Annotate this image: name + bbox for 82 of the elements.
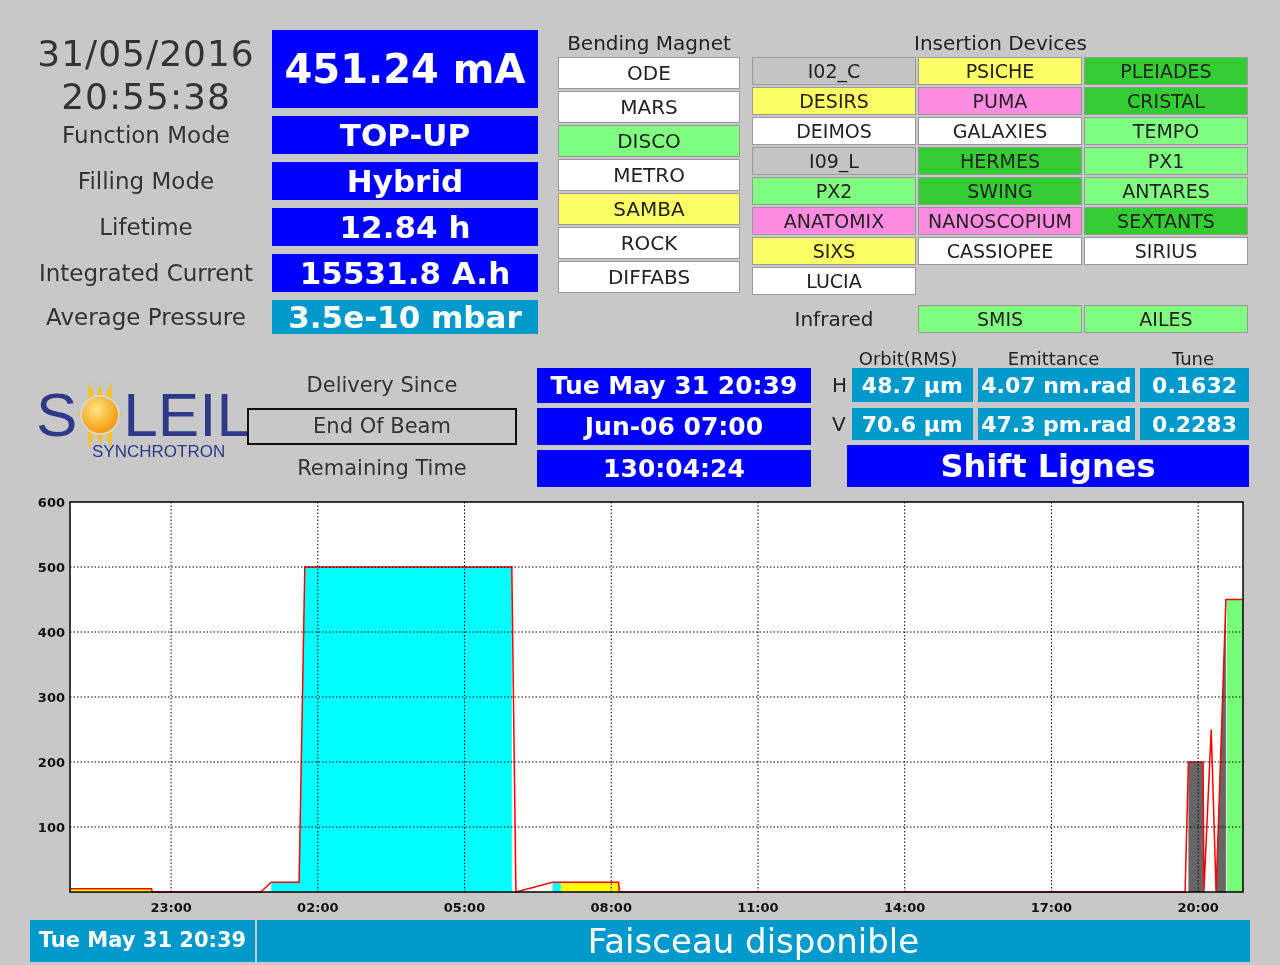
beamline-status: AILES bbox=[1084, 305, 1248, 333]
parameter-label: Function Mode bbox=[61, 120, 231, 150]
beamline-status: SAMBA bbox=[558, 193, 740, 225]
beamline-status: I02_C bbox=[752, 57, 916, 85]
field-label: Delivery Since bbox=[305, 371, 459, 399]
beamline-status: NANOSCOPIUM bbox=[918, 207, 1082, 235]
parameter-label: Integrated Current bbox=[37, 258, 255, 288]
beam-parameter-value: 0.1632 bbox=[1140, 368, 1249, 402]
beamline-status: ROCK bbox=[558, 227, 740, 259]
parameter-label: Lifetime bbox=[98, 212, 194, 242]
parameter-label: Average Pressure bbox=[45, 302, 247, 332]
plane-label: H bbox=[832, 372, 847, 399]
parameter-value: 15531.8 A.h bbox=[272, 254, 538, 292]
beam-parameter-value: 48.7 µm bbox=[852, 368, 973, 402]
axis-tick-label: 05:00 bbox=[443, 900, 486, 915]
beamline-status: PLEIADES bbox=[1084, 57, 1248, 85]
date-display: 31/05/2016 bbox=[36, 32, 256, 75]
beamline-status: CRISTAL bbox=[1084, 87, 1248, 115]
beamline-status: CASSIOPEE bbox=[918, 237, 1082, 265]
parameter-value: Hybrid bbox=[272, 162, 538, 200]
beamline-status: ODE bbox=[558, 57, 740, 89]
beamline-status: SIXS bbox=[752, 237, 916, 265]
footer-time: Tue May 31 20:39 bbox=[30, 920, 255, 962]
axis-tick-label: 600 bbox=[37, 495, 65, 510]
axis-tick-label: 100 bbox=[37, 820, 65, 835]
axis-tick-label: 08:00 bbox=[590, 900, 632, 915]
axis-tick-label: 17:00 bbox=[1030, 900, 1073, 915]
beam-parameter-value: 4.07 nm.rad bbox=[977, 368, 1136, 402]
axis-tick-label: 500 bbox=[37, 560, 65, 575]
status-field: End Of Beam bbox=[247, 408, 517, 445]
beam-parameter-value: 47.3 pm.rad bbox=[977, 408, 1136, 440]
time-value: Tue May 31 20:39 bbox=[537, 368, 811, 403]
beam-current-display: 451.24 mA bbox=[272, 30, 538, 108]
time-value: Jun-06 07:00 bbox=[537, 408, 811, 445]
beamline-status: TEMPO bbox=[1084, 117, 1248, 145]
time-value: 130:04:24 bbox=[537, 450, 811, 487]
beam-parameter-value: 70.6 µm bbox=[851, 408, 973, 440]
beamline-status: SMIS bbox=[918, 305, 1082, 333]
beamline-status: HERMES bbox=[918, 147, 1082, 175]
beamline-status: GALAXIES bbox=[918, 117, 1082, 145]
parameter-value: TOP-UP bbox=[272, 116, 538, 154]
status-message: Faisceau disponible bbox=[257, 920, 1250, 962]
axis-tick-label: 20:00 bbox=[1177, 900, 1219, 915]
beamline-status: PSICHE bbox=[918, 57, 1082, 85]
parameter-value: 3.5e-10 mbar bbox=[272, 300, 538, 334]
plane-label: V bbox=[832, 411, 847, 438]
beamline-status: I09_L bbox=[752, 147, 916, 175]
beamline-status: SWING bbox=[918, 177, 1082, 205]
beamline-status: PUMA bbox=[918, 87, 1082, 115]
beamline-status: ANTARES bbox=[1084, 177, 1248, 205]
beamline-status: PX2 bbox=[752, 177, 916, 205]
beamline-status: ANATOMIX bbox=[752, 207, 916, 235]
section-title: Bending Magnet bbox=[566, 30, 732, 57]
logo-text: S bbox=[36, 383, 78, 446]
column-header: Tune bbox=[1170, 347, 1216, 367]
axis-tick-label: 11:00 bbox=[737, 900, 779, 915]
axis-tick-label: 400 bbox=[37, 625, 65, 640]
beamline-status: DIFFABS bbox=[558, 261, 740, 293]
beamline-status: SEXTANTS bbox=[1084, 207, 1248, 235]
parameter-label: Filling Mode bbox=[76, 166, 216, 196]
axis-tick-label: 14:00 bbox=[884, 900, 926, 915]
beamline-status: METRO bbox=[558, 159, 740, 191]
axis-tick-label: 300 bbox=[37, 690, 65, 705]
column-header: Orbit(RMS) bbox=[857, 347, 959, 367]
beamline-status: SIRIUS bbox=[1084, 237, 1248, 265]
field-label: Remaining Time bbox=[296, 454, 468, 482]
beamline-status: LUCIA bbox=[752, 267, 916, 295]
beamline-status: DISCO bbox=[558, 125, 740, 157]
beamline-status: DESIRS bbox=[752, 87, 916, 115]
column-header: Emittance bbox=[1006, 347, 1101, 367]
section-title: Insertion Devices bbox=[913, 30, 1088, 57]
parameter-value: 12.84 h bbox=[272, 208, 538, 246]
beamline-status: PX1 bbox=[1084, 147, 1248, 175]
beamline-status: DEIMOS bbox=[752, 117, 916, 145]
axis-tick-label: 02:00 bbox=[297, 900, 339, 915]
axis-tick-label: 23:00 bbox=[150, 900, 192, 915]
time-display: 20:55:38 bbox=[60, 75, 232, 118]
section-title: Infrared bbox=[793, 306, 875, 333]
axis-tick-label: 200 bbox=[37, 755, 65, 770]
beam-parameter-value: 0.2283 bbox=[1140, 408, 1249, 440]
beamline-status: MARS bbox=[558, 91, 740, 123]
shift-display: Shift Lignes bbox=[847, 445, 1249, 487]
